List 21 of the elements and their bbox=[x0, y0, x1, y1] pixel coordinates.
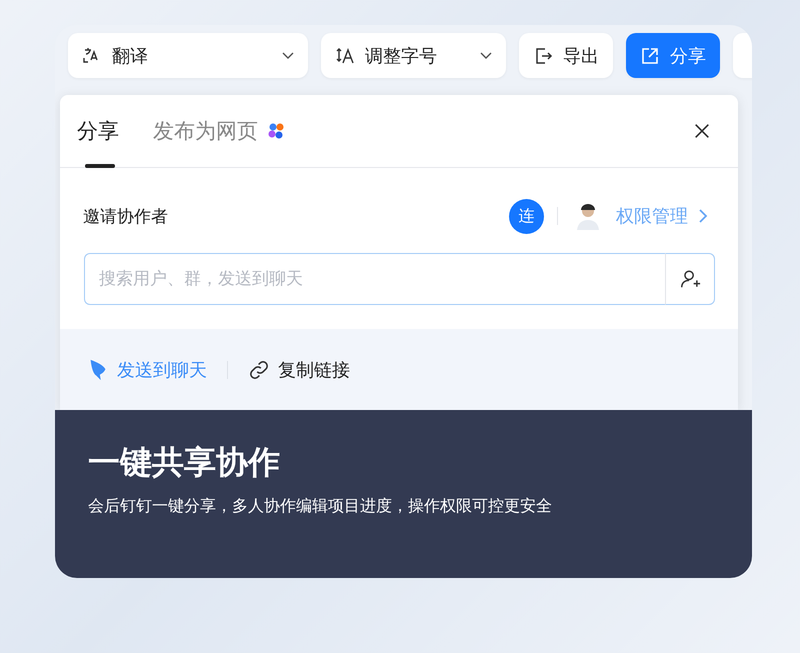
caret-icon bbox=[282, 52, 294, 60]
collaborator-avatar[interactable]: 连 bbox=[509, 198, 544, 234]
search-field[interactable]: 搜索用户、群，发送到聊天 bbox=[84, 253, 665, 305]
font-size-icon bbox=[335, 46, 355, 66]
chevron-right-icon bbox=[698, 208, 708, 224]
copy-link-link[interactable]: 复制链接 bbox=[248, 358, 350, 382]
user-avatar[interactable] bbox=[576, 202, 600, 230]
toolbar-button[interactable]: 导出 bbox=[519, 33, 613, 78]
tab[interactable]: 分享 bbox=[77, 95, 119, 167]
share-icon bbox=[640, 46, 660, 66]
tab[interactable]: 发布为网页 bbox=[153, 95, 286, 167]
caret-icon bbox=[480, 52, 492, 60]
caption-text: 会后钉钉一键分享，多人协作编辑项目进度，操作权限可控更安全 bbox=[88, 496, 553, 517]
dropdown[interactable]: 调整字号 bbox=[321, 33, 506, 78]
close-icon[interactable] bbox=[693, 122, 711, 140]
share-button[interactable]: 分享 bbox=[626, 33, 720, 78]
add-user-icon bbox=[679, 268, 701, 290]
add-user-button[interactable] bbox=[665, 253, 715, 305]
invite-label: 邀请协作者 bbox=[83, 206, 168, 228]
caption-title: 一键共享协作 bbox=[88, 442, 281, 483]
dropdown[interactable]: 翻译 bbox=[68, 33, 308, 78]
